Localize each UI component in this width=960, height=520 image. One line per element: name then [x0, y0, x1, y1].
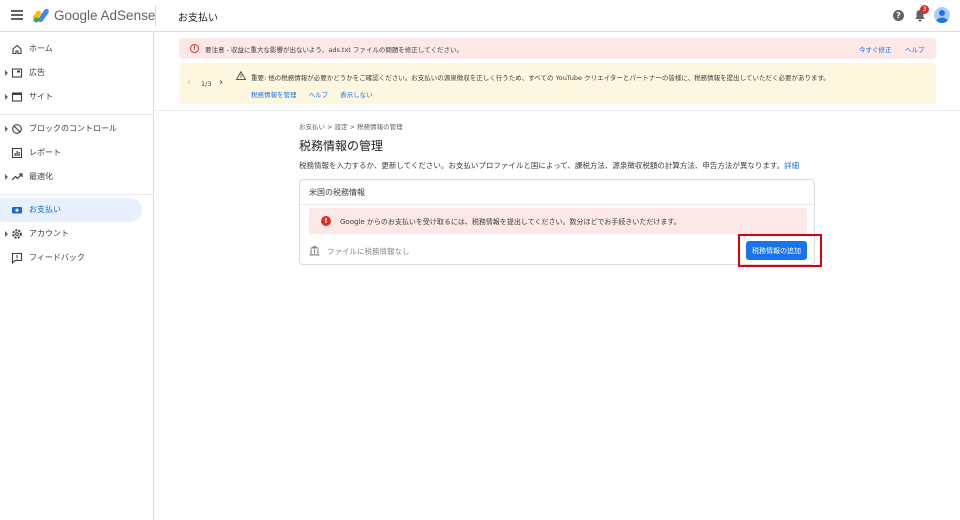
sidebar-item-home[interactable]: ホーム	[0, 37, 142, 61]
notice-pager-count: 1/3	[201, 80, 212, 88]
manage-tax-info-link[interactable]: 税務情報を管理	[251, 91, 297, 99]
sidebar-item-label: ブロックのコントロール	[29, 124, 117, 133]
trending-icon	[11, 173, 23, 181]
sidebar-item-label: アカウント	[29, 229, 69, 238]
next-notice-chevron-icon[interactable]: ›	[219, 77, 223, 88]
page-title: 税務情報の管理	[299, 139, 384, 153]
header-divider	[155, 5, 156, 27]
error-icon: !	[321, 216, 331, 226]
sidebar-item-label: サイト	[29, 92, 53, 101]
warning-help-link[interactable]: ヘルプ	[905, 44, 925, 54]
sidebar-item-label: フィードバック	[29, 253, 85, 262]
sidebar-divider	[0, 194, 154, 195]
sidebar-item-label: お支払い	[29, 205, 61, 214]
tax-info-notice-text: 重要: 他の税務情報が必要かどうかをご確認ください。お支払いの源泉徴収を正しく行…	[251, 74, 830, 82]
expand-caret-icon	[5, 174, 8, 180]
sidebar-item-label: ホーム	[29, 44, 53, 53]
adsense-logo	[33, 8, 49, 23]
dismiss-notice-link[interactable]: 表示しない	[340, 91, 373, 99]
breadcrumb: お支払い > 設定 > 税務情報の管理	[299, 123, 403, 131]
warning-circle-icon: !	[190, 44, 199, 53]
report-icon	[11, 147, 23, 159]
person-icon	[936, 10, 948, 23]
brand-name: Google AdSense	[54, 8, 156, 23]
sidebar-item-feedback[interactable]: フィードバック	[0, 246, 142, 270]
page-description: 税務情報を入力するか、更新してください。お支払いプロファイルと国によって、課税方…	[299, 160, 799, 171]
ads-txt-warning-text: 要注意 - 収益に重大な影響が出ないよう、ads.txt ファイルの問題を修正し…	[205, 46, 464, 54]
details-link[interactable]: 詳細	[784, 161, 799, 170]
sidebar-item-account[interactable]: アカウント	[0, 222, 142, 246]
sidebar-item-payments[interactable]: お支払い	[0, 198, 142, 222]
card-divider	[300, 204, 814, 205]
submit-tax-info-alert: ! Google からのお支払いを受け取るには、税務情報を提出してください。数分…	[309, 208, 807, 234]
sidebar-item-label: レポート	[29, 148, 61, 157]
feedback-icon	[11, 252, 23, 264]
sidebar-item-sites[interactable]: サイト	[0, 85, 142, 109]
gear-icon	[12, 229, 22, 239]
previous-notice-chevron-icon[interactable]: ‹	[187, 77, 191, 88]
warning-triangle-icon	[236, 71, 246, 80]
sidebar-item-label: 最適化	[29, 172, 53, 181]
page-heading: お支払い	[178, 13, 218, 24]
sidebar-nav: ホーム 広告 サイト ブロックのコントロール レポート 最適化 お支払い アカウ…	[0, 32, 154, 520]
content-divider	[155, 110, 960, 111]
expand-caret-icon	[5, 231, 8, 237]
top-app-bar: Google AdSense お支払い ? 3	[0, 0, 960, 32]
bank-icon	[309, 245, 320, 256]
submit-tax-info-text: Google からのお支払いを受け取るには、税務情報を提出してください。数分ほど…	[340, 218, 681, 226]
expand-caret-icon	[5, 70, 8, 76]
hamburger-menu-icon[interactable]	[11, 10, 23, 20]
expand-caret-icon	[5, 94, 8, 100]
notice-help-link[interactable]: ヘルプ	[309, 91, 329, 99]
expand-caret-icon	[5, 126, 8, 132]
fix-now-link[interactable]: 今すぐ修正	[859, 44, 892, 54]
no-tax-info-on-file-text: ファイルに税務情報なし	[327, 247, 410, 256]
block-icon	[12, 124, 22, 134]
ads-txt-warning-banner: ! 要注意 - 収益に重大な影響が出ないよう、ads.txt ファイルの問題を修…	[179, 38, 936, 59]
card-title: 米国の税務情報	[309, 188, 365, 197]
description-text: 税務情報を入力するか、更新してください。お支払いプロファイルと国によって、課税方…	[299, 161, 785, 170]
tax-info-notice-banner: ‹ 1/3 › 重要: 他の税務情報が必要かどうかをご確認ください。お支払いの源…	[179, 63, 936, 104]
payment-icon	[12, 207, 22, 214]
home-icon	[12, 44, 22, 55]
ads-icon	[11, 68, 23, 78]
notification-count-badge: 3	[920, 5, 929, 14]
sidebar-item-block-controls[interactable]: ブロックのコントロール	[0, 117, 142, 141]
sidebar-item-reports[interactable]: レポート	[0, 141, 142, 165]
sites-icon	[11, 92, 23, 102]
sidebar-item-optimization[interactable]: 最適化	[0, 165, 142, 189]
account-avatar[interactable]	[934, 7, 950, 23]
sidebar-divider	[0, 114, 154, 115]
sidebar-item-ads[interactable]: 広告	[0, 61, 142, 85]
help-icon[interactable]: ?	[893, 10, 904, 21]
sidebar-item-label: 広告	[29, 68, 45, 77]
add-tax-info-button[interactable]: 税務情報の追加	[746, 241, 807, 260]
notice-actions: 税務情報を管理 ヘルプ 表示しない	[251, 89, 383, 99]
